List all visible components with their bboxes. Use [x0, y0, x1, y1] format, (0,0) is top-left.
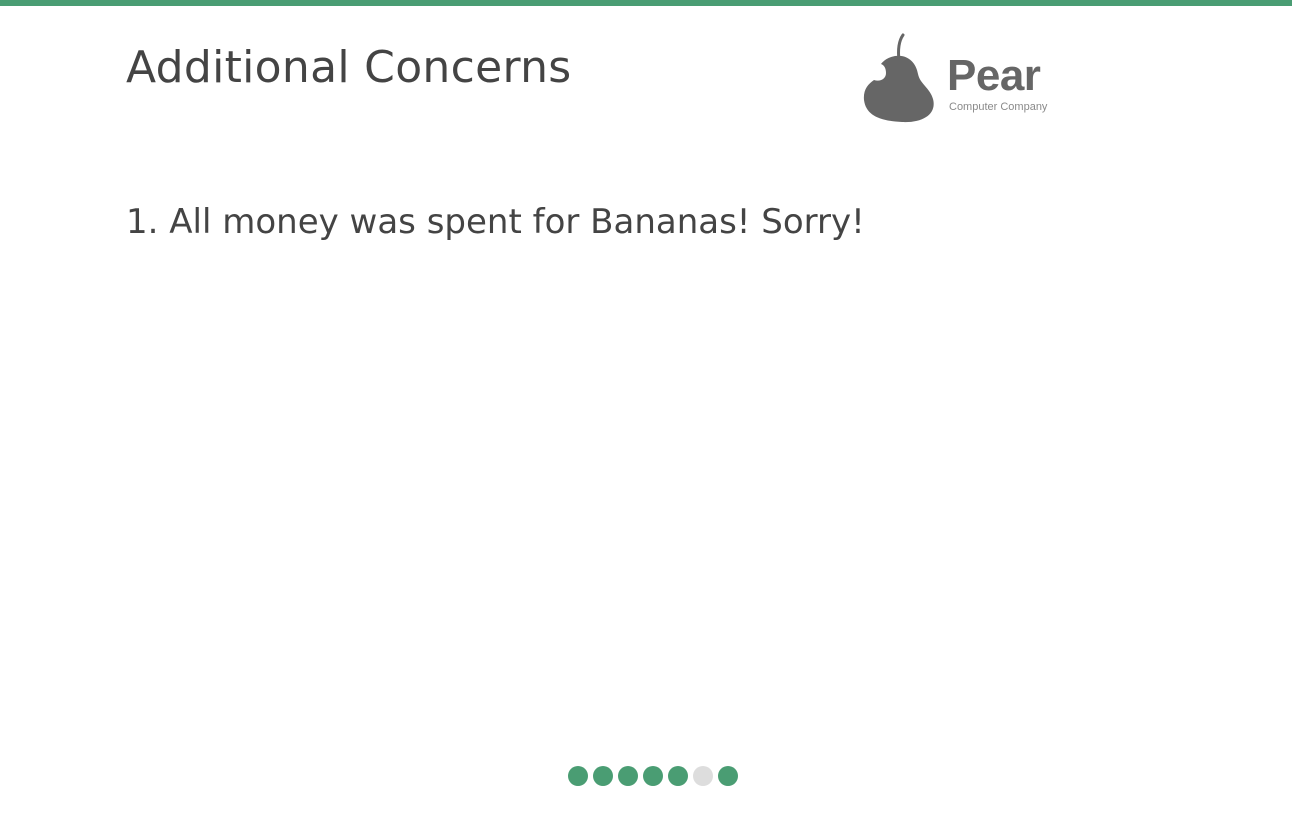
slide-dot-6[interactable] — [693, 766, 713, 786]
slide-dot-4[interactable] — [643, 766, 663, 786]
list-item-text: All money was spent for Bananas! Sorry! — [169, 202, 865, 242]
company-logo: Pear Computer Company — [860, 32, 1060, 128]
slide-dot-1[interactable] — [568, 766, 588, 786]
logo-tagline: Computer Company — [949, 101, 1048, 113]
slide-dot-2[interactable] — [593, 766, 613, 786]
content-list: 1. All money was spent for Bananas! Sorr… — [126, 198, 865, 246]
slide-dot-7[interactable] — [718, 766, 738, 786]
list-item-number: 1. — [126, 202, 159, 242]
slide-dot-5[interactable] — [668, 766, 688, 786]
pear-icon — [863, 33, 934, 123]
slide-progress-dots — [568, 766, 738, 786]
logo-name: Pear — [947, 51, 1041, 100]
list-item: 1. All money was spent for Bananas! Sorr… — [126, 198, 865, 246]
slide-title: Additional Concerns — [126, 42, 572, 93]
slide-dot-3[interactable] — [618, 766, 638, 786]
top-accent-bar — [0, 0, 1292, 6]
